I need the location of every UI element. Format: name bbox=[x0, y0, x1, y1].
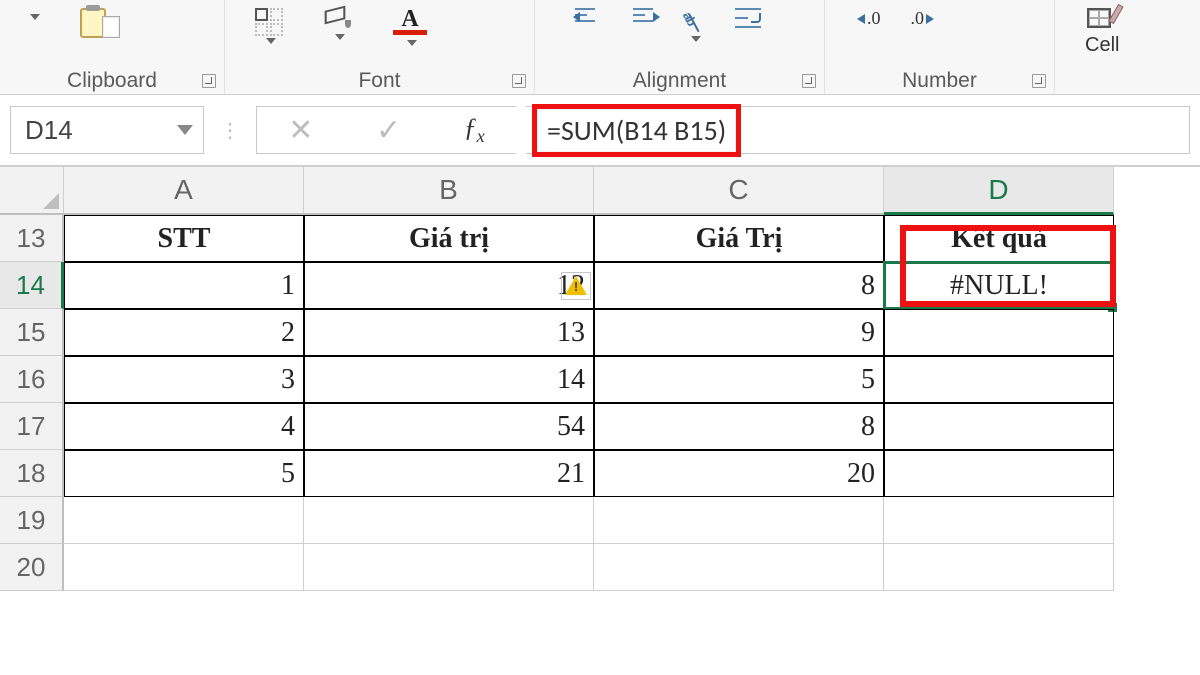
cell-active[interactable]: #NULL! bbox=[884, 262, 1114, 309]
dialog-launcher-font[interactable] bbox=[512, 74, 526, 88]
increase-indent-button[interactable] bbox=[623, 8, 653, 32]
split-handle[interactable]: ⋮ bbox=[214, 118, 246, 143]
row-header[interactable]: 16 bbox=[0, 356, 64, 403]
column-header[interactable]: C bbox=[594, 167, 884, 215]
wrap-text-icon bbox=[735, 8, 761, 30]
increase-decimal-button[interactable]: .0 bbox=[855, 8, 881, 29]
dialog-launcher-clipboard[interactable] bbox=[202, 74, 216, 88]
cell[interactable]: STT bbox=[64, 215, 304, 262]
row-header[interactable]: 14 bbox=[0, 262, 64, 309]
cell[interactable] bbox=[64, 497, 304, 544]
cell[interactable] bbox=[884, 544, 1114, 591]
indent-left-icon bbox=[565, 8, 595, 32]
ribbon-group-clipboard: Clipboard bbox=[0, 0, 225, 94]
group-label-font: Font bbox=[225, 68, 534, 94]
format-painter-button[interactable] bbox=[80, 8, 120, 38]
cell[interactable]: 5 bbox=[594, 356, 884, 403]
decrease-decimal-button[interactable]: .0 bbox=[911, 8, 937, 29]
decrease-indent-button[interactable] bbox=[565, 8, 595, 32]
cell[interactable]: 4 bbox=[64, 403, 304, 450]
name-box[interactable]: D14 bbox=[10, 106, 204, 154]
fill-color-button[interactable] bbox=[323, 8, 353, 40]
borders-button[interactable] bbox=[255, 8, 283, 44]
cell[interactable] bbox=[594, 544, 884, 591]
cell[interactable]: 54 bbox=[304, 403, 594, 450]
chevron-down-icon[interactable] bbox=[177, 125, 193, 135]
cell[interactable] bbox=[884, 497, 1114, 544]
clipboard-icon bbox=[80, 8, 120, 38]
borders-icon bbox=[255, 8, 283, 36]
cell[interactable]: 20 bbox=[594, 450, 884, 497]
chevron-down-icon bbox=[30, 8, 40, 24]
insert-function-button[interactable]: ƒx bbox=[464, 113, 485, 147]
ribbon-group-font: A Font bbox=[225, 0, 535, 94]
select-all-corner[interactable] bbox=[0, 167, 64, 215]
cell[interactable]: 14 bbox=[304, 356, 594, 403]
cell[interactable]: 8 bbox=[594, 403, 884, 450]
group-label-number: Number bbox=[825, 68, 1054, 94]
error-indicator[interactable]: ! bbox=[565, 275, 587, 297]
cell[interactable]: 13 bbox=[304, 309, 594, 356]
row-header[interactable]: 15 bbox=[0, 309, 64, 356]
cell[interactable] bbox=[884, 309, 1114, 356]
group-label-clipboard: Clipboard bbox=[0, 68, 224, 94]
formula-bar[interactable]: =SUM(B14 B15) bbox=[526, 106, 1190, 154]
cell[interactable]: 3 bbox=[64, 356, 304, 403]
enter-button[interactable]: ✓ bbox=[376, 113, 401, 148]
ribbon-group-alignment: Alignment bbox=[535, 0, 825, 94]
cell-styles-icon bbox=[1087, 8, 1117, 32]
font-color-icon: A bbox=[393, 8, 427, 38]
cell[interactable] bbox=[884, 403, 1114, 450]
column-header[interactable]: A bbox=[64, 167, 304, 215]
font-color-button[interactable]: A bbox=[393, 8, 427, 46]
cell[interactable] bbox=[594, 497, 884, 544]
row-header[interactable]: 20 bbox=[0, 544, 64, 591]
dialog-launcher-number[interactable] bbox=[1032, 74, 1046, 88]
decrease-decimal-icon: .0 bbox=[911, 8, 937, 29]
cell[interactable]: 9 bbox=[594, 309, 884, 356]
column-header[interactable]: B bbox=[304, 167, 594, 215]
cell[interactable] bbox=[304, 497, 594, 544]
row-header[interactable]: 18 bbox=[0, 450, 64, 497]
cell[interactable]: 12 bbox=[304, 262, 594, 309]
cell[interactable]: 2 bbox=[64, 309, 304, 356]
cell[interactable]: 1 bbox=[64, 262, 304, 309]
row-header[interactable]: 19 bbox=[0, 497, 64, 544]
orientation-icon bbox=[681, 8, 707, 34]
cell[interactable] bbox=[64, 544, 304, 591]
cell[interactable]: 5 bbox=[64, 450, 304, 497]
cell[interactable] bbox=[884, 356, 1114, 403]
ribbon: Clipboard A Font bbox=[0, 0, 1200, 95]
row-header[interactable]: 13 bbox=[0, 215, 64, 262]
paste-button[interactable] bbox=[30, 8, 40, 24]
orientation-button[interactable] bbox=[681, 8, 707, 42]
indent-right-icon bbox=[623, 8, 653, 32]
increase-decimal-icon: .0 bbox=[855, 8, 881, 29]
cell[interactable] bbox=[884, 450, 1114, 497]
formula-bar-row: D14 ⋮ ✕ ✓ ƒx =SUM(B14 B15) bbox=[0, 95, 1200, 167]
fill-icon bbox=[323, 8, 353, 32]
column-header[interactable]: D bbox=[884, 167, 1114, 215]
group-label-alignment: Alignment bbox=[535, 68, 824, 94]
cell[interactable]: 21 bbox=[304, 450, 594, 497]
formula-bar-buttons: ✕ ✓ ƒx bbox=[256, 106, 516, 154]
ribbon-group-number: .0 .0 Number bbox=[825, 0, 1055, 94]
cell-styles-button[interactable]: Cell bbox=[1085, 8, 1119, 57]
dialog-launcher-alignment[interactable] bbox=[802, 74, 816, 88]
cancel-button[interactable]: ✕ bbox=[288, 113, 313, 148]
ribbon-group-styles: Cell bbox=[1055, 0, 1200, 94]
name-box-value: D14 bbox=[25, 115, 73, 146]
row-header[interactable]: 17 bbox=[0, 403, 64, 450]
cell[interactable]: Kết quả bbox=[884, 215, 1114, 262]
formula-text: =SUM(B14 B15) bbox=[532, 104, 741, 157]
cell[interactable]: Giá Trị bbox=[594, 215, 884, 262]
wrap-text-button[interactable] bbox=[735, 8, 761, 30]
cell[interactable]: Giá trị bbox=[304, 215, 594, 262]
cell[interactable]: ! 8 bbox=[594, 262, 884, 309]
cell[interactable] bbox=[304, 544, 594, 591]
worksheet-grid[interactable]: A B C D 13 STT Giá trị Giá Trị Kết quả 1… bbox=[0, 167, 1200, 591]
